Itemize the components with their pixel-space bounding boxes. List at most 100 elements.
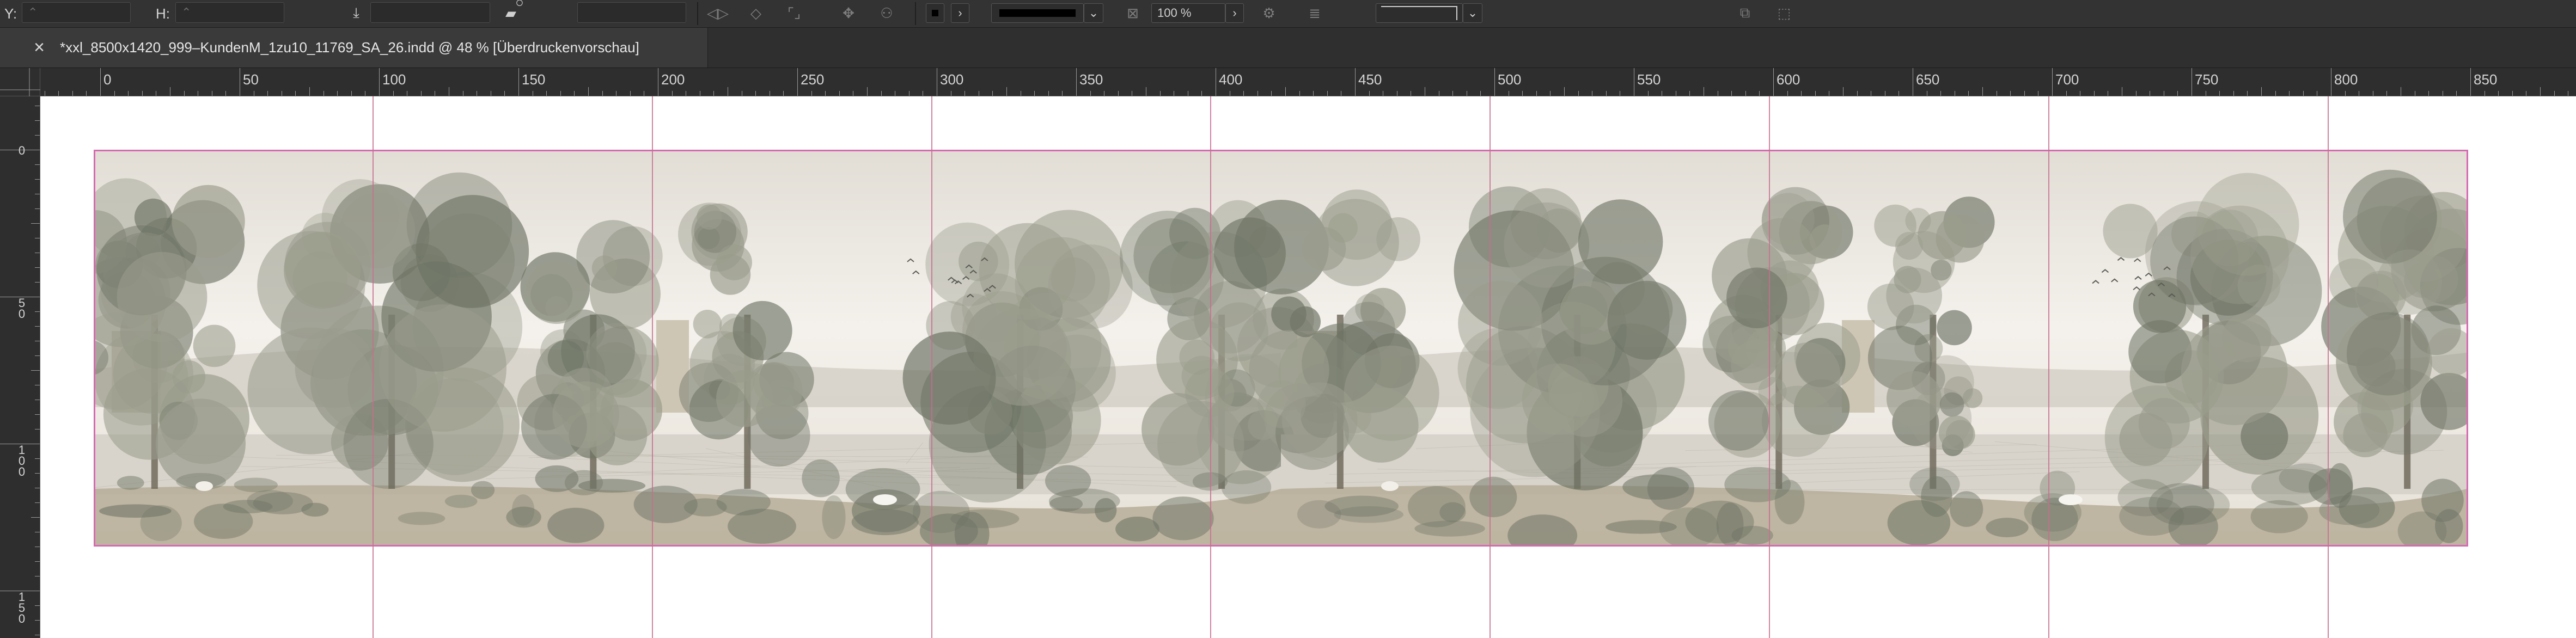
ruler-tick: [86, 91, 87, 96]
ruler-tick: [602, 91, 603, 96]
effects-icon[interactable]: ⚙: [1259, 3, 1279, 23]
document-tab[interactable]: × *xxl_8500x1420_999–KundenM_1zu10_11769…: [0, 28, 708, 68]
ruler-tick: [35, 282, 40, 283]
ruler-tick: [992, 91, 993, 96]
panel-guide-line[interactable]: [373, 96, 374, 638]
ruler-origin-corner[interactable]: [0, 68, 40, 96]
ruler-tick: [713, 91, 715, 96]
ruler-tick: [184, 91, 185, 96]
ruler-label-digit: 0: [18, 612, 26, 625]
select-content-icon[interactable]: ⚇: [877, 3, 896, 23]
ruler-tick: [588, 87, 589, 96]
ruler-tick: [1006, 87, 1007, 96]
ruler-tick: [672, 91, 673, 96]
ruler-tick: [825, 91, 826, 96]
ruler-tick: [1647, 91, 1649, 96]
flip-horizontal-icon[interactable]: ◁▷: [707, 3, 729, 23]
close-tab-icon[interactable]: ×: [27, 37, 51, 58]
shear-angle-field[interactable]: [577, 2, 686, 23]
ruler-tick: [267, 91, 268, 96]
ruler-label: 500: [1498, 71, 1522, 88]
pasteboard[interactable]: [40, 96, 2576, 638]
ruler-label: 550: [1637, 71, 1661, 88]
zoom-field[interactable]: 100 %: [1151, 3, 1225, 23]
ruler-tick: [35, 208, 40, 209]
horizontal-ruler[interactable]: 0 50 100 150 200 250 300 350 400 450 500 550 600 650 7…: [40, 68, 2576, 96]
panel-guide-line[interactable]: [2327, 96, 2329, 638]
ruler-tick: [1843, 87, 1844, 96]
fill-menu-chevron-icon[interactable]: ›: [951, 3, 969, 23]
ruler-tick: [1048, 91, 1049, 96]
panel-guide-line[interactable]: [931, 96, 932, 638]
panel-guide-line[interactable]: [1769, 96, 1770, 638]
ruler-tick: [225, 91, 227, 96]
ruler-origin-icon: [0, 68, 40, 96]
ruler-tick: [1606, 91, 1607, 96]
ruler-tick: [2470, 68, 2471, 96]
object-style-chevron-icon[interactable]: ⌄: [1463, 3, 1482, 23]
zoom-menu-chevron-icon[interactable]: ›: [1225, 3, 1244, 23]
ruler-label: 450: [1358, 71, 1382, 88]
ruler-tick: [35, 120, 40, 121]
ruler-label: 350: [1079, 71, 1103, 88]
ruler-tick: [2289, 91, 2290, 96]
ruler-label: 50: [16, 297, 27, 320]
reference-point-field[interactable]: [370, 2, 490, 23]
ruler-tick: [379, 68, 380, 96]
ruler-tick: [783, 91, 784, 96]
ruler-tick: [2540, 87, 2541, 96]
ruler-tick: [1452, 91, 1454, 96]
stroke-type-chevron-icon[interactable]: ⌄: [1084, 3, 1103, 23]
flip-vertical-icon[interactable]: ◇: [746, 3, 766, 23]
ruler-tick: [31, 370, 40, 371]
object-style-field[interactable]: [1376, 3, 1463, 23]
object-style-preview-icon: [1381, 6, 1457, 20]
ruler-tick: [58, 91, 59, 96]
ruler-label: 600: [1777, 71, 1800, 88]
ruler-tick: [755, 91, 756, 96]
separator: [915, 2, 916, 25]
ruler-tick: [309, 87, 310, 96]
control-bar: Y: ⌃ H: ⌃ ⤓ ▰ ○ ◁▷ ◇ ⌜⌟ ✥ ⚇ › ⌄ ⊠ 100 % …: [0, 0, 2576, 28]
auto-fit-icon[interactable]: ⬚: [1774, 3, 1794, 23]
fill-swatch-button[interactable]: [926, 3, 944, 23]
panel-guide-line[interactable]: [1210, 96, 1212, 638]
mural-artwork-frame[interactable]: [63, 150, 2500, 556]
fit-content-icon[interactable]: ⧉: [1735, 3, 1755, 23]
height-field[interactable]: ⌃: [175, 2, 284, 23]
ruler-tick: [31, 517, 40, 518]
ruler-tick: [2093, 91, 2095, 96]
panel-guide-line[interactable]: [2048, 96, 2049, 638]
ruler-tick: [839, 91, 840, 96]
ruler-tick: [1578, 91, 1579, 96]
transform-corner-icon[interactable]: ⌜⌟: [784, 3, 804, 23]
panel-guide-line[interactable]: [651, 96, 653, 638]
vertical-ruler[interactable]: 050100150: [0, 96, 40, 638]
ruler-label-digit: 0: [18, 144, 26, 157]
ruler-tick: [2261, 87, 2262, 96]
ruler-tick: [2345, 91, 2346, 96]
ruler-tick: [2303, 91, 2304, 96]
rotate-icon[interactable]: ○: [510, 0, 529, 12]
ruler-label: 800: [2334, 71, 2358, 88]
flip-arrow-icon[interactable]: ⤓: [346, 3, 366, 23]
stroke-weight-button[interactable]: [991, 3, 1084, 23]
y-label: Y:: [4, 0, 17, 27]
ruler-tick: [1327, 91, 1328, 96]
ruler-tick: [2177, 91, 2178, 96]
select-container-icon[interactable]: ✥: [839, 3, 858, 23]
panel-guide-line[interactable]: [1490, 96, 1491, 638]
ruler-tick: [2456, 91, 2457, 96]
ruler-label: 400: [1219, 71, 1243, 88]
ruler-tick: [2024, 91, 2025, 96]
opacity-icon: ⊠: [1127, 4, 1139, 21]
ruler-tick: [1118, 91, 1119, 96]
ruler-tick: [35, 414, 40, 415]
ruler-tick: [1940, 91, 1942, 96]
text-wrap-icon[interactable]: ≣: [1305, 3, 1324, 23]
y-position-field[interactable]: ⌃: [22, 2, 131, 23]
ruler-tick: [1982, 87, 1983, 96]
ruler-tick: [1857, 91, 1858, 96]
ruler-tick: [1731, 91, 1732, 96]
ruler-tick: [1313, 91, 1314, 96]
